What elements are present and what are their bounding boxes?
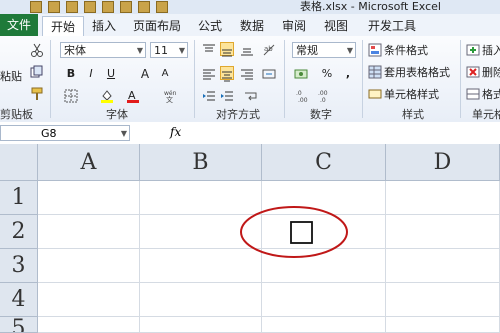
merge-center-icon[interactable] bbox=[262, 66, 276, 80]
tab-view[interactable]: 视图 bbox=[318, 16, 354, 36]
paste-label[interactable]: 粘贴 bbox=[0, 68, 22, 84]
ribbon: 粘贴 剪贴板 宋体 ▼ 11 ▼ B I U A A A wén 文 字体 ab… bbox=[0, 36, 500, 123]
alignment-group-label: 对齐方式 bbox=[216, 108, 260, 121]
square-symbol bbox=[290, 221, 313, 244]
phonetic-icon[interactable]: wén 文 bbox=[164, 88, 178, 104]
font-size-select[interactable]: 11 ▼ bbox=[150, 42, 188, 58]
name-box-value: G8 bbox=[41, 127, 57, 140]
new-icon[interactable] bbox=[138, 1, 150, 13]
redo-icon[interactable] bbox=[66, 1, 78, 13]
insert-function-icon[interactable]: fx bbox=[170, 125, 181, 139]
conditional-format-button[interactable]: 条件格式 bbox=[384, 42, 428, 58]
grow-font-button[interactable]: A bbox=[138, 66, 152, 82]
align-right-icon[interactable] bbox=[240, 66, 254, 80]
svg-text:.0: .0 bbox=[296, 90, 302, 97]
orientation-icon[interactable]: ab bbox=[262, 42, 276, 56]
tab-file[interactable]: 文件 bbox=[0, 14, 38, 36]
svg-text:.0: .0 bbox=[320, 97, 326, 103]
chevron-down-icon: ▼ bbox=[120, 129, 127, 138]
font-color-icon[interactable]: A bbox=[126, 88, 140, 103]
save-icon[interactable] bbox=[30, 1, 42, 13]
wrap-text-icon[interactable] bbox=[244, 88, 258, 102]
group-separator bbox=[460, 40, 461, 118]
group-separator bbox=[50, 40, 51, 118]
fill-color-icon[interactable] bbox=[100, 88, 114, 103]
underline-button[interactable]: U bbox=[104, 66, 118, 82]
delete-cells-button[interactable]: 删除 bbox=[482, 64, 500, 80]
cells-group-label: 单元格 bbox=[472, 108, 500, 121]
tab-developer[interactable]: 开发工具 bbox=[362, 16, 422, 36]
align-top-icon[interactable] bbox=[202, 42, 216, 56]
ribbon-tabs: 文件 开始 插入 页面布局 公式 数据 审阅 视图 开发工具 bbox=[0, 14, 500, 37]
title-bar: 表格.xlsx - Microsoft Excel bbox=[0, 0, 500, 14]
increase-indent-icon[interactable] bbox=[220, 88, 234, 102]
clipboard-group-label: 剪贴板 bbox=[0, 108, 33, 121]
table-format-icon[interactable] bbox=[368, 64, 382, 79]
align-bottom-icon[interactable] bbox=[240, 42, 254, 56]
delete-cells-icon[interactable] bbox=[466, 64, 480, 78]
svg-text:.00: .00 bbox=[298, 97, 308, 103]
tab-data[interactable]: 数据 bbox=[234, 16, 270, 36]
decrease-indent-icon[interactable] bbox=[202, 88, 216, 102]
currency-icon[interactable] bbox=[294, 66, 308, 80]
name-box[interactable]: G8 ▼ bbox=[0, 125, 130, 141]
tab-page-layout[interactable]: 页面布局 bbox=[128, 16, 186, 36]
cell-styles-icon[interactable] bbox=[368, 86, 382, 100]
increase-decimal-icon[interactable]: .0.00 bbox=[296, 88, 310, 104]
align-center-icon[interactable] bbox=[220, 66, 234, 82]
format-painter-icon[interactable] bbox=[30, 86, 44, 100]
format-cells-icon[interactable] bbox=[466, 86, 480, 100]
align-middle-icon[interactable] bbox=[220, 42, 234, 57]
undo-icon[interactable] bbox=[48, 1, 60, 13]
font-name-select[interactable]: 宋体 ▼ bbox=[60, 42, 146, 58]
styles-group-label: 样式 bbox=[402, 108, 424, 121]
comma-button[interactable]: , bbox=[342, 66, 354, 82]
window-title: 表格.xlsx - Microsoft Excel bbox=[300, 0, 441, 13]
group-separator bbox=[284, 40, 285, 118]
tab-home[interactable]: 开始 bbox=[42, 16, 84, 37]
format-cells-button[interactable]: 格式 bbox=[482, 86, 500, 102]
annotation-overlay bbox=[240, 206, 348, 258]
shrink-font-button[interactable]: A bbox=[158, 66, 172, 82]
bold-button[interactable]: B bbox=[64, 66, 78, 82]
svg-text:文: 文 bbox=[166, 95, 173, 103]
highlight-circle bbox=[240, 206, 348, 258]
number-format-value: 常规 bbox=[296, 44, 318, 57]
table-format-button[interactable]: 套用表格格式 bbox=[384, 64, 450, 80]
svg-text:.00: .00 bbox=[318, 90, 328, 97]
insert-cells-icon[interactable] bbox=[466, 42, 480, 56]
insert-cells-button[interactable]: 插入 bbox=[482, 42, 500, 58]
quick-access-toolbar[interactable] bbox=[30, 1, 168, 13]
conditional-format-icon[interactable] bbox=[368, 42, 382, 57]
tab-formulas[interactable]: 公式 bbox=[192, 16, 228, 36]
customize-icon[interactable] bbox=[156, 1, 168, 13]
chevron-down-icon: ▼ bbox=[178, 46, 185, 55]
formula-bar: G8 ▼ fx bbox=[0, 122, 500, 145]
format-painter-icon[interactable] bbox=[102, 1, 114, 13]
group-separator bbox=[194, 40, 195, 118]
tab-insert[interactable]: 插入 bbox=[86, 16, 122, 36]
tab-review[interactable]: 审阅 bbox=[276, 16, 312, 36]
font-name-value: 宋体 bbox=[64, 44, 86, 57]
chevron-down-icon: ▼ bbox=[136, 46, 143, 55]
font-group-label: 字体 bbox=[106, 108, 128, 121]
border-icon[interactable] bbox=[64, 88, 78, 103]
open-icon[interactable] bbox=[120, 1, 132, 13]
worksheet-grid: A B C D 1 2 3 4 5 bbox=[0, 144, 500, 333]
decrease-decimal-icon[interactable]: .00.0 bbox=[318, 88, 332, 104]
svg-text:ab: ab bbox=[264, 45, 273, 53]
number-format-select[interactable]: 常规 ▼ bbox=[292, 42, 356, 58]
italic-button[interactable]: I bbox=[84, 66, 98, 82]
group-separator bbox=[362, 40, 363, 118]
font-size-value: 11 bbox=[154, 44, 168, 57]
cell-styles-button[interactable]: 单元格样式 bbox=[384, 86, 439, 102]
cut-icon[interactable] bbox=[30, 42, 44, 57]
percent-button[interactable]: % bbox=[320, 66, 334, 82]
print-icon[interactable] bbox=[84, 1, 96, 13]
number-group-label: 数字 bbox=[310, 108, 332, 121]
copy-icon[interactable] bbox=[30, 64, 44, 78]
align-left-icon[interactable] bbox=[202, 66, 216, 80]
chevron-down-icon: ▼ bbox=[346, 46, 353, 55]
